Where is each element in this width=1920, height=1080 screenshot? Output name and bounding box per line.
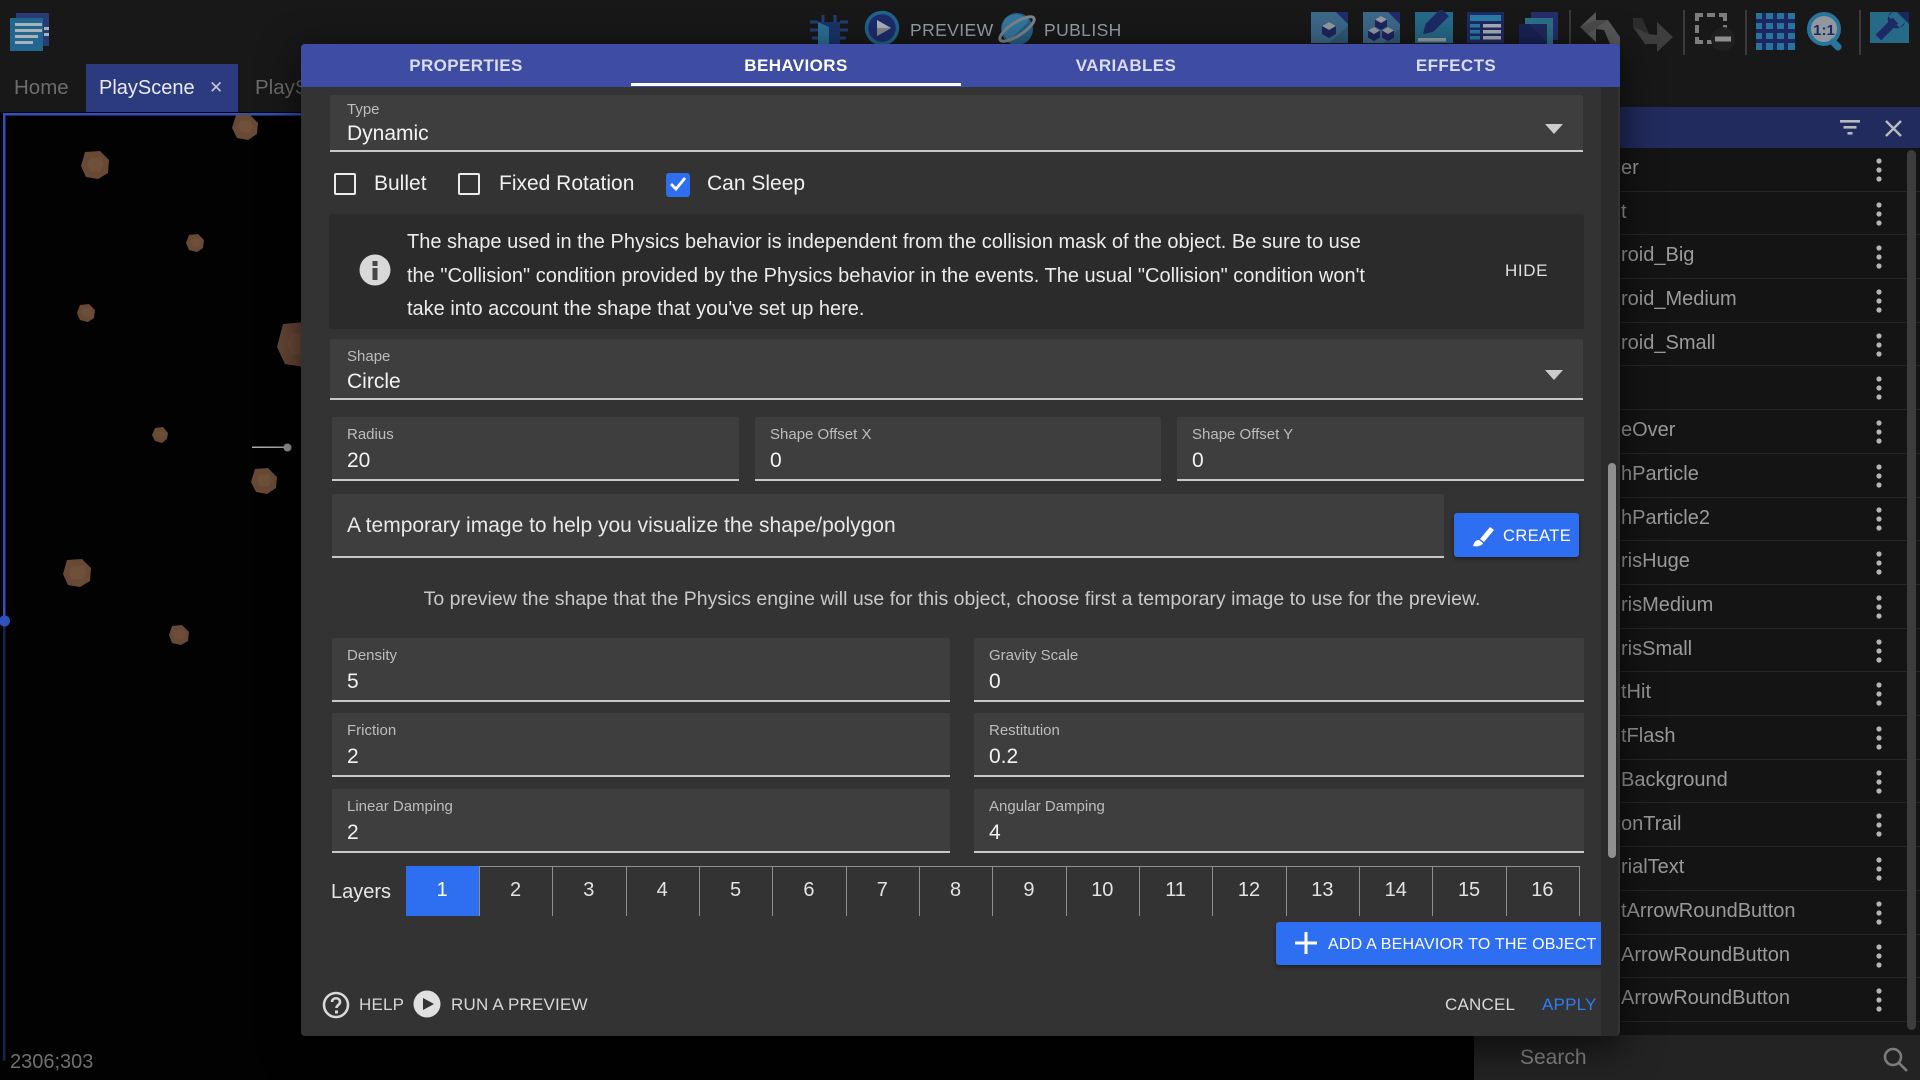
svg-text:1:1: 1:1 bbox=[1813, 22, 1835, 39]
